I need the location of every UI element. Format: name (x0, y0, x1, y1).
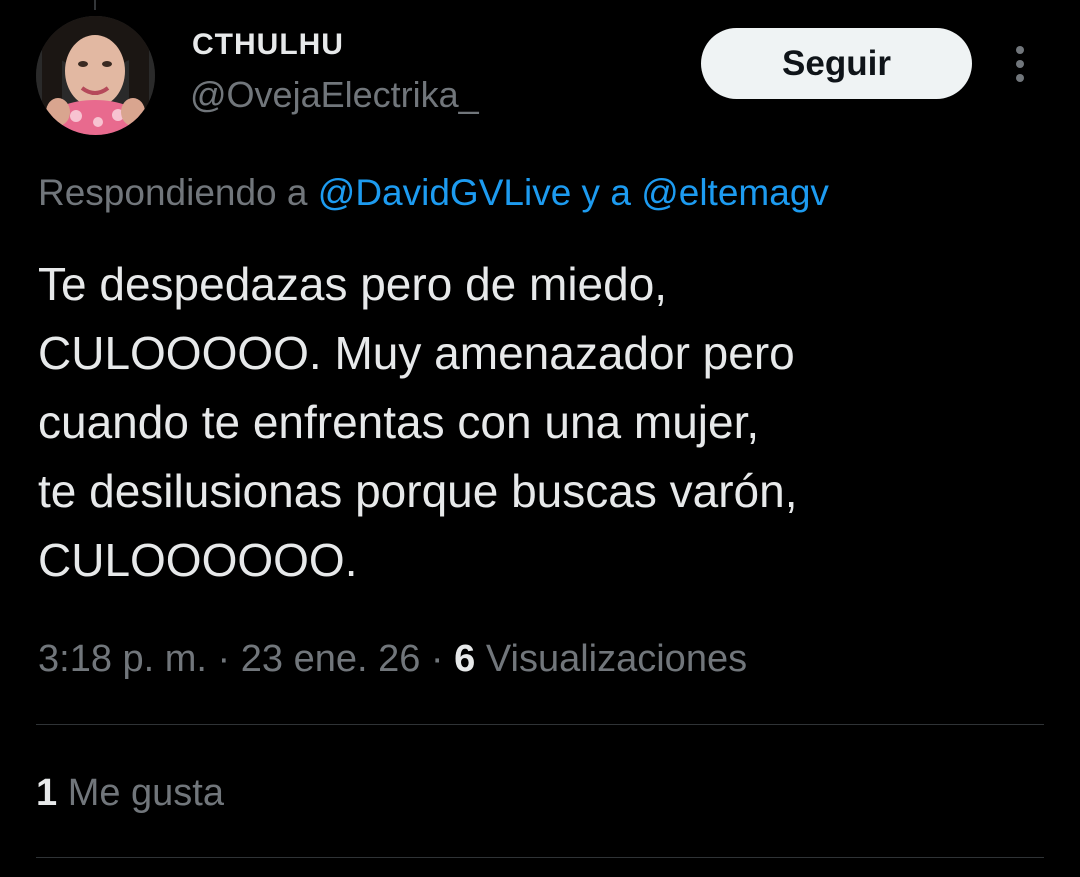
reply-prefix: Respondiendo a (38, 172, 318, 213)
divider (36, 724, 1044, 725)
avatar-photo (36, 16, 155, 135)
tweet-meta: 3:18 p. m. · 23 ene. 26 · 6 Visualizacio… (38, 638, 747, 681)
views-count: 6 (454, 638, 476, 680)
views-label: Visualizaciones (475, 638, 748, 680)
tweet-time[interactable]: 3:18 p. m. (38, 638, 207, 680)
tweet-text-line: CULOOOOO. Muy amenazador pero (38, 327, 795, 379)
tweet-text-line: te desilusionas porque buscas varón, (38, 465, 798, 517)
more-vertical-icon[interactable] (1004, 40, 1036, 88)
likes-link[interactable]: 1 Me gusta (36, 772, 224, 815)
meta-separator: · (420, 638, 455, 680)
more-dot (1016, 46, 1024, 54)
more-dot (1016, 60, 1024, 68)
tweet-text-line: cuando te enfrentas con una mujer, (38, 396, 760, 448)
user-handle[interactable]: @OvejaElectrika_ (190, 74, 479, 116)
reply-context: Respondiendo a @DavidGVLive y a @eltemag… (38, 172, 829, 214)
tweet-text-line: CULOOOOOO. (38, 534, 358, 586)
more-dot (1016, 74, 1024, 82)
tweet-text-line: Te despedazas pero de miedo, (38, 258, 668, 310)
avatar[interactable] (36, 16, 155, 135)
likes-count: 1 (36, 772, 58, 814)
tweet-date[interactable]: 23 ene. 26 (241, 638, 421, 680)
thread-line (94, 0, 96, 10)
mention-davidgvlive[interactable]: @DavidGVLive (318, 172, 572, 213)
follow-button[interactable]: Seguir (701, 28, 972, 99)
divider (36, 857, 1044, 858)
mention-eltemagv[interactable]: @eltemagv (641, 172, 829, 213)
display-name[interactable]: CTHULHU (192, 28, 344, 62)
tweet-text: Te despedazas pero de miedo, CULOOOOO. M… (38, 250, 1038, 595)
meta-separator: · (206, 638, 241, 680)
likes-label: Me gusta (57, 772, 225, 814)
reply-conjunction: y a (571, 172, 642, 213)
